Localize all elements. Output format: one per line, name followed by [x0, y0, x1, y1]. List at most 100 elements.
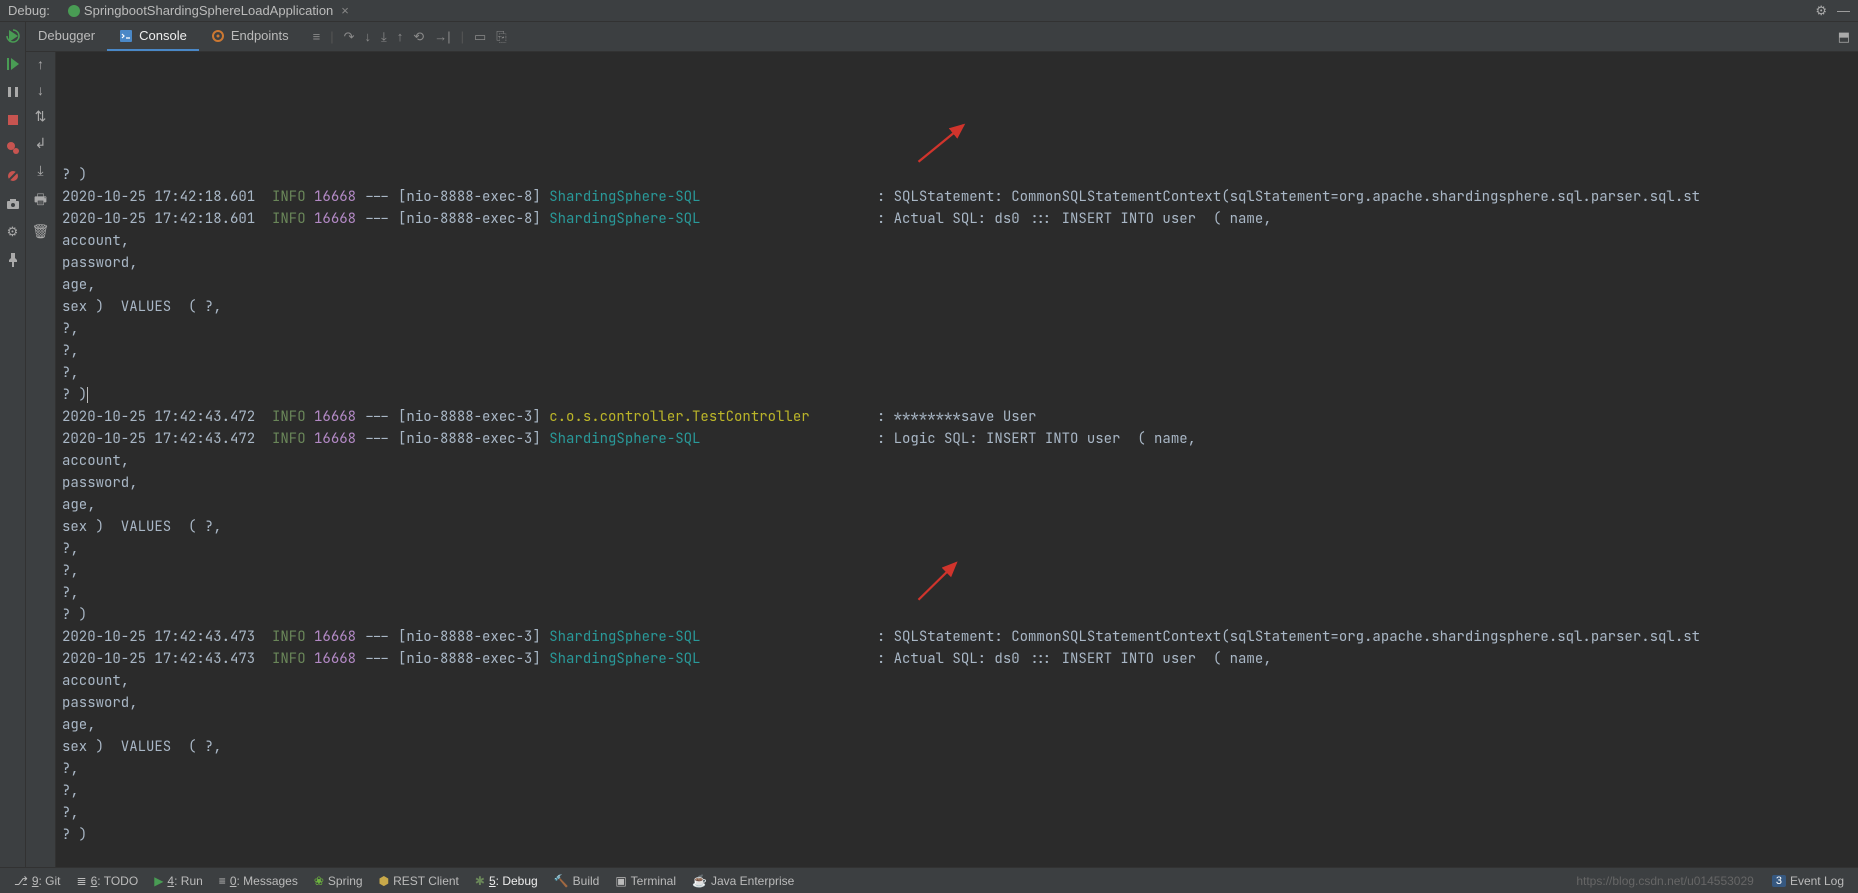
log-line: ?,: [62, 538, 1852, 560]
top-bar: Debug: SpringbootShardingSphereLoadAppli…: [0, 0, 1858, 22]
log-line: ? ): [62, 164, 1852, 186]
messages-label: 0: Messages: [230, 874, 298, 888]
log-line: sex ) VALUES ( ?,: [62, 736, 1852, 758]
tool-run[interactable]: ▶ 4: Run: [146, 874, 211, 888]
log-line: ? ): [62, 604, 1852, 626]
drop-frame-icon[interactable]: ⟲: [413, 29, 424, 45]
gear-icon[interactable]: ⚙: [1815, 3, 1827, 19]
log-line: ? ): [62, 824, 1852, 846]
evaluate-icon[interactable]: ▭: [474, 29, 486, 45]
print-icon[interactable]: 🖶: [34, 189, 47, 213]
tool-spring[interactable]: ❀ Spring: [306, 874, 371, 888]
down-stack-icon[interactable]: ↓: [37, 82, 44, 98]
rerun-icon[interactable]: [5, 28, 21, 44]
bottom-bar: ⎇ 9: Git ≣ 6: TODO ▶ 4: Run ≡ 0: Message…: [0, 867, 1858, 893]
pin-icon[interactable]: [5, 252, 21, 268]
tool-todo[interactable]: ≣ 6: TODO: [69, 874, 147, 888]
step-over-icon[interactable]: ↷: [344, 29, 355, 45]
console-output[interactable]: ? )2020-10-25 17:42:18.601 INFO 16668 --…: [56, 52, 1858, 867]
console-controls: ↑ ↓ ⇅ ↲ ⤓ 🖶 🗑: [26, 52, 56, 867]
view-breakpoints-icon[interactable]: [5, 140, 21, 156]
run-label: 4: Run: [167, 874, 202, 888]
log-line: password,: [62, 252, 1852, 274]
debug-panel: Debugger Console Endpoints ≡ |: [26, 22, 1858, 867]
bottom-right: https://blog.csdn.net/u014553029 3 Event…: [1576, 874, 1852, 888]
tab-console[interactable]: Console: [107, 22, 199, 51]
step-toolbar: ≡ | ↷ ↓ ⤓ ↑ ⟲ →| | ▭ ⎘: [313, 29, 507, 45]
filter-icon[interactable]: ⇅: [35, 108, 47, 125]
watermark-url: https://blog.csdn.net/u014553029: [1576, 874, 1753, 888]
debug-toolbar: Debugger Console Endpoints ≡ |: [26, 22, 1858, 52]
log-line: 2020-10-25 17:42:18.601 INFO 16668 --- […: [62, 208, 1852, 230]
log-line: ?,: [62, 780, 1852, 802]
layout-settings-icon[interactable]: ⬒: [1838, 29, 1858, 45]
console-body: ↑ ↓ ⇅ ↲ ⤓ 🖶 🗑 ? )2020-10-25 17:42:18.601: [26, 52, 1858, 867]
log-line: 2020-10-25 17:42:18.601 INFO 16668 --- […: [62, 186, 1852, 208]
scroll-end-icon[interactable]: ⤓: [37, 162, 43, 179]
stop-icon[interactable]: [5, 112, 21, 128]
step-into-icon[interactable]: ↓: [365, 29, 372, 44]
tab-console-label: Console: [139, 28, 187, 43]
log-line: age,: [62, 494, 1852, 516]
spring-label: Spring: [328, 874, 363, 888]
tab-endpoints[interactable]: Endpoints: [199, 22, 301, 51]
show-exec-point-icon[interactable]: ≡: [313, 29, 321, 44]
log-line: account,: [62, 450, 1852, 472]
log-line: ? ): [62, 384, 1852, 406]
tool-rest[interactable]: ⬢ REST Client: [371, 874, 467, 888]
main-area: ⚙ Debugger Console: [0, 22, 1858, 867]
tool-javaee[interactable]: ☕ Java Enterprise: [684, 874, 802, 888]
debug-label: 5: Debug: [489, 874, 538, 888]
log-line: ?,: [62, 340, 1852, 362]
resume-icon[interactable]: [5, 56, 21, 72]
minimize-icon[interactable]: —: [1837, 3, 1850, 19]
divider2: |: [461, 29, 464, 44]
log-line: ?,: [62, 802, 1852, 824]
debug-label: Debug:: [8, 3, 50, 18]
camera-icon[interactable]: [5, 196, 21, 212]
event-log[interactable]: 3 Event Log: [1764, 874, 1852, 888]
tool-git[interactable]: ⎇ 9: Git: [6, 874, 69, 888]
log-line: age,: [62, 274, 1852, 296]
pause-icon[interactable]: [5, 84, 21, 100]
log-line: sex ) VALUES ( ?,: [62, 516, 1852, 538]
javaee-label: Java Enterprise: [711, 874, 794, 888]
tool-debug[interactable]: ✱ 5: Debug: [467, 874, 546, 888]
messages-icon: ≡: [219, 874, 226, 888]
log-line: sex ) VALUES ( ?,: [62, 296, 1852, 318]
git-label: 9: Git: [32, 874, 61, 888]
tab-debugger[interactable]: Debugger: [26, 22, 107, 51]
log-line: ?,: [62, 758, 1852, 780]
log-line: ?,: [62, 582, 1852, 604]
log-line: 2020-10-25 17:42:43.472 INFO 16668 --- […: [62, 406, 1852, 428]
javaee-icon: ☕: [692, 874, 707, 888]
endpoints-icon: [211, 29, 225, 43]
up-stack-icon[interactable]: ↑: [37, 56, 44, 72]
trace-icon[interactable]: ⎘: [496, 29, 506, 45]
log-line: ?,: [62, 318, 1852, 340]
force-step-into-icon[interactable]: ⤓: [381, 29, 387, 45]
debug-tabs: Debugger Console Endpoints: [26, 22, 301, 51]
spring-icon: ❀: [314, 874, 324, 888]
run-config-tab[interactable]: SpringbootShardingSphereLoadApplication …: [68, 3, 349, 18]
clear-icon[interactable]: 🗑: [32, 223, 50, 240]
build-label: Build: [573, 874, 600, 888]
console-icon: [119, 29, 133, 43]
top-right-icons: ⚙ —: [1815, 3, 1858, 19]
settings-icon[interactable]: ⚙: [5, 224, 21, 240]
spring-boot-icon: [68, 5, 80, 17]
log-line: password,: [62, 692, 1852, 714]
mute-breakpoints-icon[interactable]: [5, 168, 21, 184]
close-tab-icon[interactable]: ×: [341, 3, 349, 18]
git-branch-icon: ⎇: [14, 874, 28, 888]
run-to-cursor-icon[interactable]: →|: [434, 29, 450, 44]
terminal-icon: ▣: [615, 874, 626, 888]
soft-wrap-icon[interactable]: ↲: [35, 135, 47, 152]
tool-terminal[interactable]: ▣ Terminal: [607, 874, 684, 888]
tool-messages[interactable]: ≡ 0: Messages: [211, 874, 306, 888]
tool-build[interactable]: 🔨 Build: [546, 874, 608, 888]
run-icon: ▶: [154, 874, 163, 888]
run-config-name: SpringbootShardingSphereLoadApplication: [84, 3, 333, 18]
step-out-icon[interactable]: ↑: [397, 29, 404, 44]
log-line: ?,: [62, 362, 1852, 384]
